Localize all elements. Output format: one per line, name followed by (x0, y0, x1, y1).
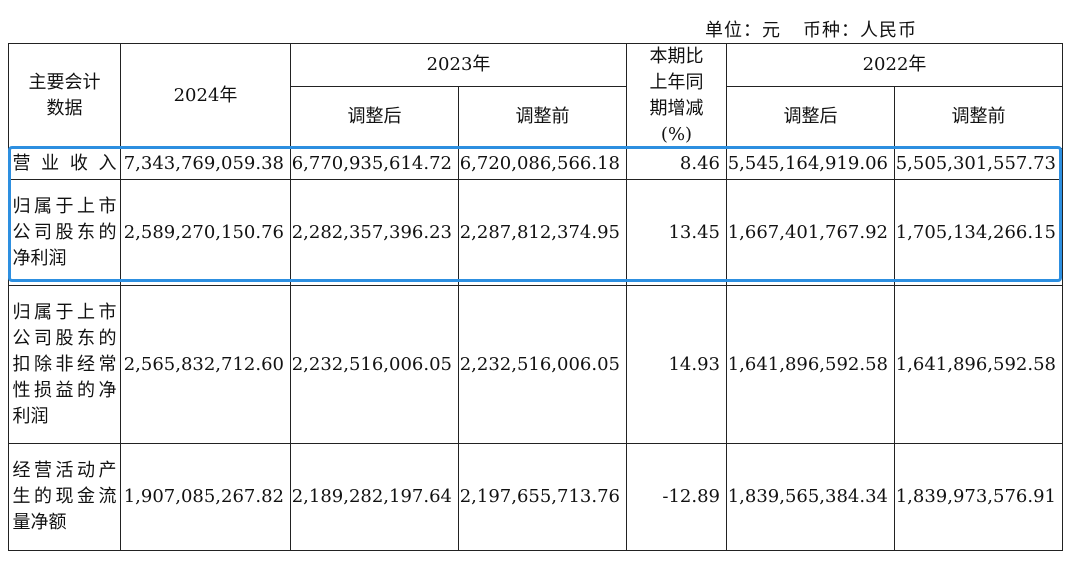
value-2023-adjusted-after: 2,282,357,396.23 (290, 179, 459, 286)
value-2023-adjusted-after: 6,770,935,614.72 (290, 148, 459, 180)
header-2023-adjusted-before: 调整前 (458, 85, 627, 150)
header-item-label: 主要会计数据 (8, 43, 121, 149)
value-2024: 7,343,769,059.38 (120, 148, 291, 180)
currency-label: 币种：人民币 (803, 20, 917, 41)
value-2023-adjusted-before: 2,197,655,713.76 (458, 443, 627, 551)
value-2023-adjusted-before: 2,232,516,006.05 (458, 285, 627, 444)
header-2024: 2024年 (120, 43, 291, 149)
value-change: 14.93 (626, 285, 727, 444)
unit-label: 单位：元 (705, 20, 781, 41)
unit-currency-line: 单位：元 币种：人民币 (705, 16, 917, 42)
value-2023-adjusted-after: 2,189,282,197.64 (290, 443, 459, 551)
value-2024: 1,907,085,267.82 (120, 443, 291, 551)
value-2023-adjusted-before: 2,287,812,374.95 (458, 179, 627, 286)
header-2023: 2023年 (290, 43, 627, 87)
table-row: 归属于上市公司股东的扣除非经常性损益的净利润 2,565,832,712.60 … (8, 285, 1063, 444)
header-2022-adjusted-before: 调整前 (894, 85, 1063, 150)
value-2022-adjusted-after: 1,839,565,384.34 (726, 443, 895, 551)
value-change: 8.46 (626, 148, 727, 180)
header-2022-adjusted-after: 调整后 (726, 85, 895, 150)
header-2023-adjusted-after: 调整后 (290, 85, 459, 150)
row-label: 经营活动产生的现金流量净额 (8, 443, 121, 551)
value-2022-adjusted-before: 1,705,134,266.15 (894, 179, 1063, 286)
value-2024: 2,589,270,150.76 (120, 179, 291, 286)
value-2022-adjusted-after: 5,545,164,919.06 (726, 148, 895, 180)
value-2022-adjusted-after: 1,667,401,767.92 (726, 179, 895, 286)
financial-data-table: 主要会计数据 2024年 2023年 本期比上年同期增减(%) 2022年 调整… (8, 43, 1063, 551)
value-2022-adjusted-before: 5,505,301,557.73 (894, 148, 1063, 180)
table-row: 营业收入 7,343,769,059.38 6,770,935,614.72 6… (8, 148, 1063, 180)
table-row: 经营活动产生的现金流量净额 1,907,085,267.82 2,189,282… (8, 443, 1063, 551)
row-label: 营业收入 (8, 148, 121, 180)
value-2022-adjusted-before: 1,641,896,592.58 (894, 285, 1063, 444)
value-change: 13.45 (626, 179, 727, 286)
value-2024: 2,565,832,712.60 (120, 285, 291, 444)
value-2023-adjusted-after: 2,232,516,006.05 (290, 285, 459, 444)
row-label: 归属于上市公司股东的净利润 (8, 179, 121, 286)
header-row-1: 主要会计数据 2024年 2023年 本期比上年同期增减(%) 2022年 (8, 43, 1063, 149)
row-label: 归属于上市公司股东的扣除非经常性损益的净利润 (8, 285, 121, 444)
value-2022-adjusted-after: 1,641,896,592.58 (726, 285, 895, 444)
value-2023-adjusted-before: 6,720,086,566.18 (458, 148, 627, 180)
header-change: 本期比上年同期增减(%) (626, 43, 727, 149)
value-2022-adjusted-before: 1,839,973,576.91 (894, 443, 1063, 551)
table-row: 归属于上市公司股东的净利润 2,589,270,150.76 2,282,357… (8, 179, 1063, 286)
value-change: -12.89 (626, 443, 727, 551)
header-2022: 2022年 (726, 43, 1063, 87)
